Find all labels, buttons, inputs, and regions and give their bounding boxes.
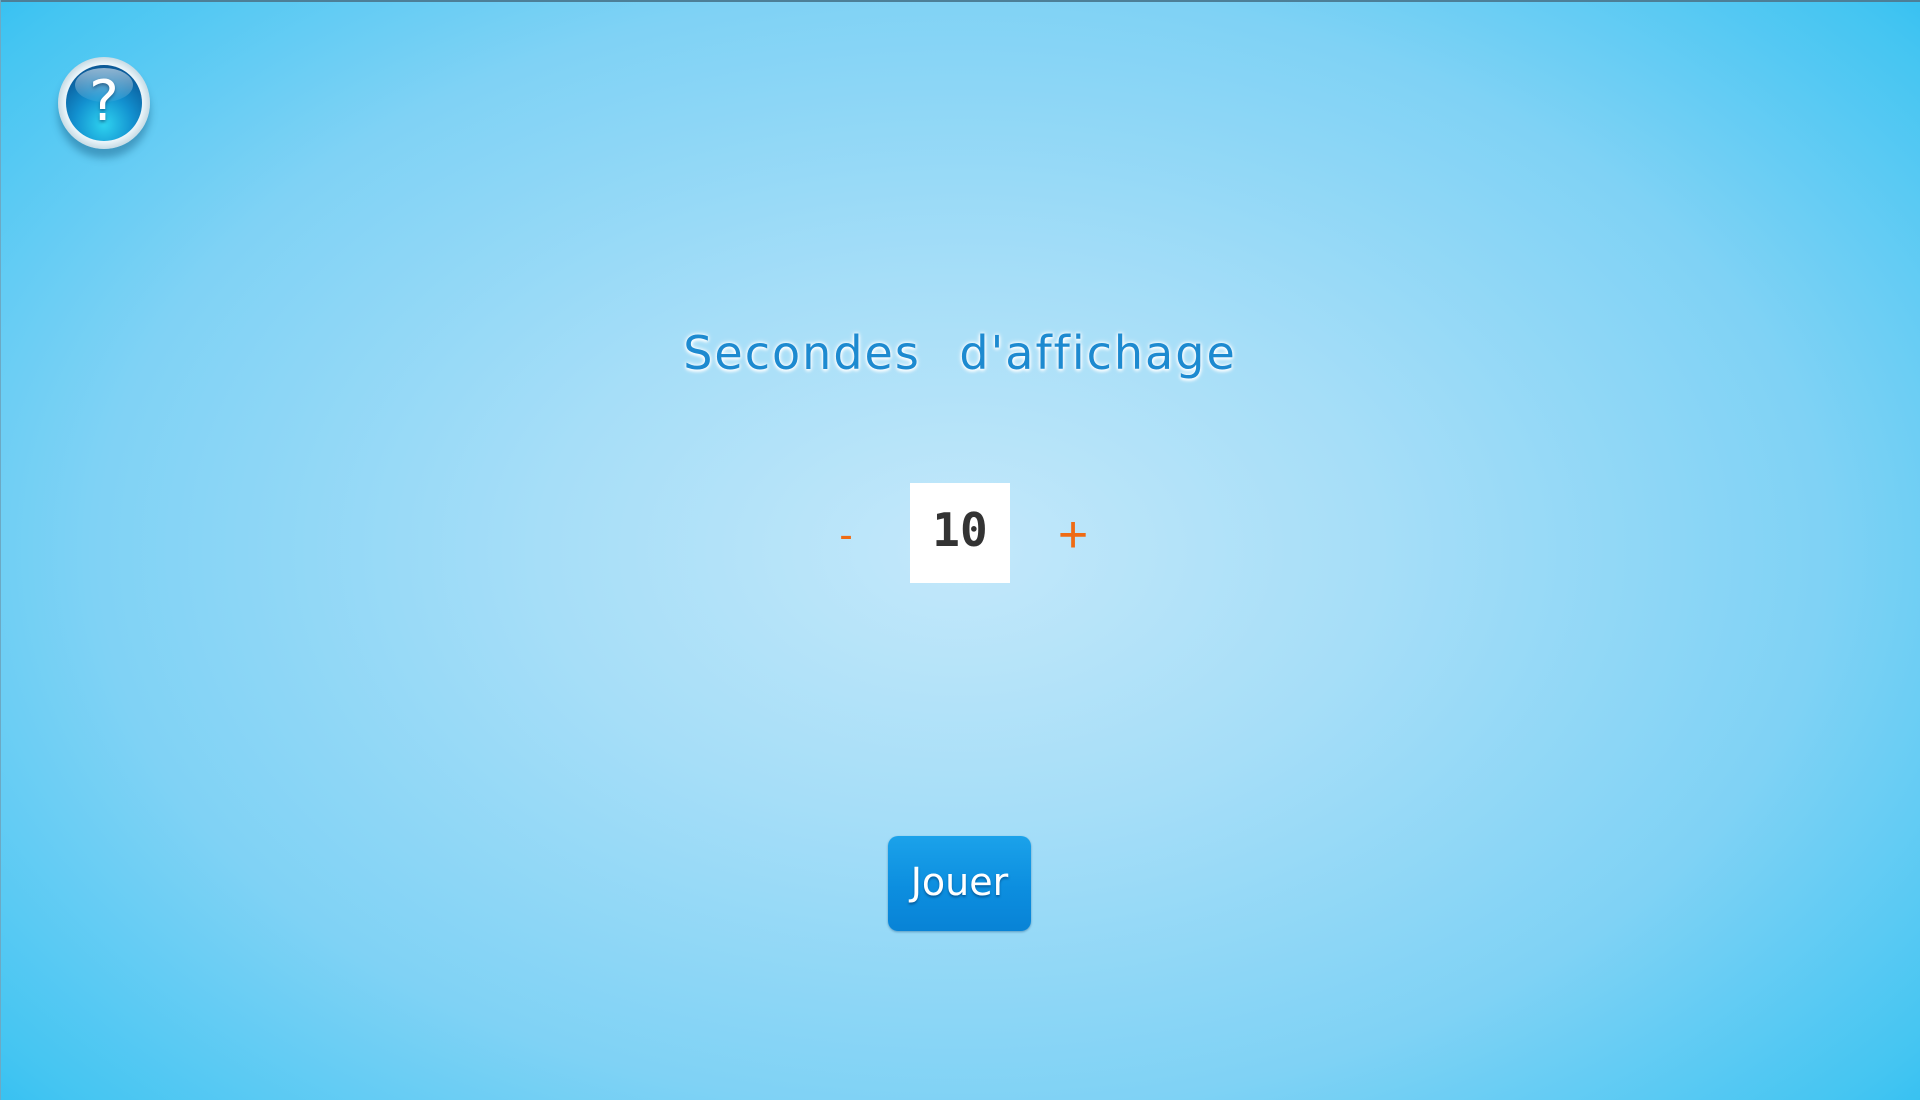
help-question-mark: ? [89, 69, 119, 134]
help-question-icon: ? [66, 65, 142, 141]
increment-button[interactable]: + [1048, 505, 1098, 565]
window-left-border [0, 0, 1, 1100]
seconds-value-field[interactable]: 10 [910, 483, 1010, 583]
help-button[interactable]: ? [58, 57, 150, 149]
page-title: Secondes d'affichage [683, 326, 1237, 380]
decrement-button[interactable]: - [822, 505, 870, 565]
window-top-border [0, 0, 1920, 2]
play-button[interactable]: Jouer [888, 836, 1031, 931]
